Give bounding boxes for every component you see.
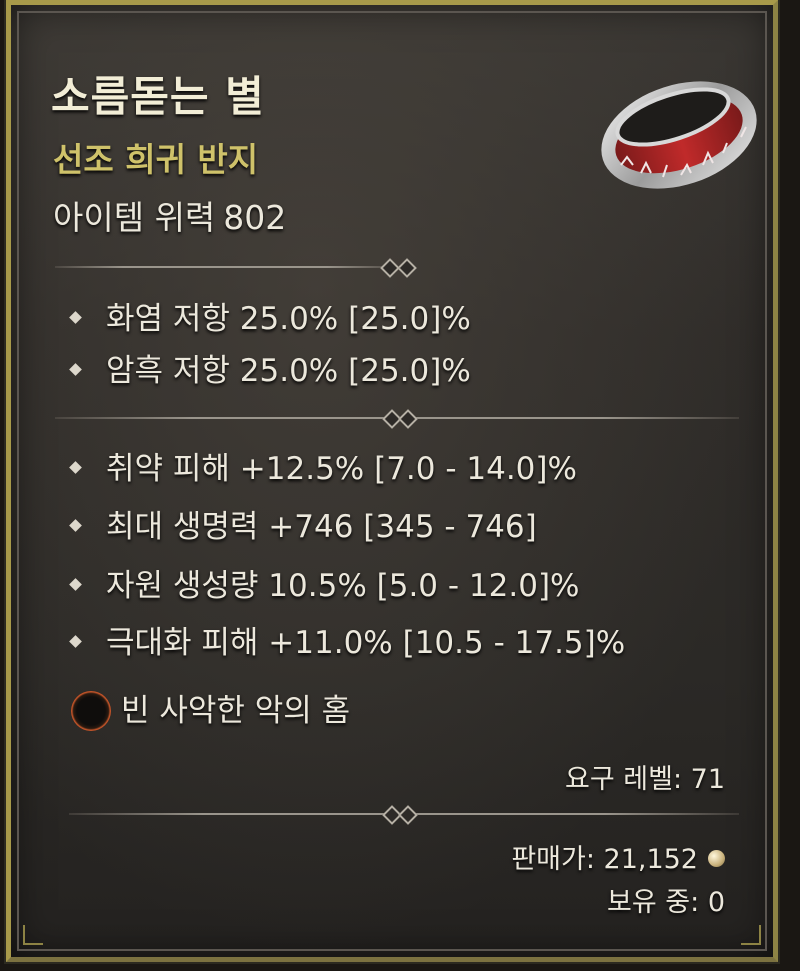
resistance-stat: 화염 저항 25.0% [25.0]% [69, 293, 471, 338]
bullet-icon [69, 311, 82, 324]
item-power: 아이템 위력 802 [53, 191, 286, 239]
divider [55, 266, 395, 268]
socket-icon [71, 690, 111, 731]
item-tooltip: 소름돋는 별 선조 희귀 반지 아이템 위력802 화염 저항 25.0% [ [6, 0, 778, 962]
bullet-icon [69, 461, 82, 474]
divider-ornament [398, 409, 418, 429]
empty-socket: 빈 사악한 악의 홈 [71, 685, 350, 733]
sell-price-label: 판매가: 21,152 [511, 844, 698, 875]
affix-stat: 취약 피해 +12.5% [7.0 - 14.0]% [69, 443, 577, 488]
divider-ornament [397, 258, 417, 278]
corner-ornament [741, 925, 761, 945]
bullet-icon [69, 635, 82, 648]
corner-ornament [23, 925, 43, 945]
divider-ornament [380, 258, 400, 278]
ring-icon [601, 81, 757, 189]
item-rarity-type: 선조 희귀 반지 [53, 140, 259, 179]
divider-ornament [398, 805, 418, 825]
socket-label: 빈 사악한 악의 홈 [121, 693, 351, 729]
bullet-icon [69, 363, 82, 376]
sell-price: 판매가: 21,152 [511, 837, 725, 876]
item-power-label: 아이템 위력 [53, 198, 216, 237]
required-level: 요구 레벨: 71 [565, 764, 725, 795]
affix-stat: 최대 생명력 +746 [345 - 746] [69, 501, 537, 546]
bullet-icon [69, 519, 82, 532]
gold-coin-icon [708, 850, 725, 867]
item-power-value: 802 [223, 198, 287, 237]
affix-stat: 극대화 피해 +11.0% [10.5 - 17.5]% [69, 617, 625, 662]
affix-stat: 자원 생성량 10.5% [5.0 - 12.0]% [69, 560, 580, 605]
item-name: 소름돋는 별 [51, 72, 265, 121]
owned-count: 보유 중: 0 [607, 887, 725, 918]
bullet-icon [69, 578, 82, 591]
resistance-stat: 암흑 저항 25.0% [25.0]% [69, 345, 471, 390]
